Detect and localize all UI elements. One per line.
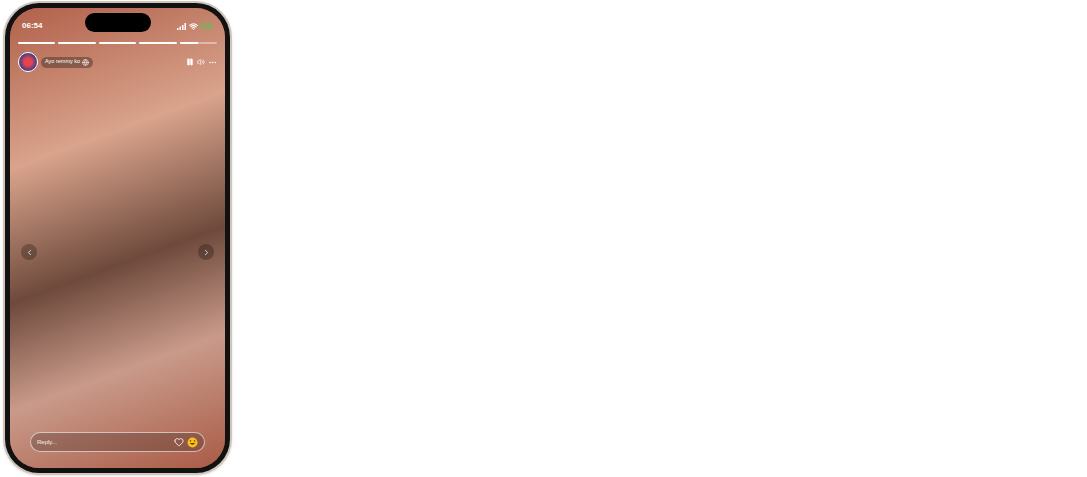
progress-segment — [99, 42, 136, 44]
battery-icon — [201, 20, 213, 32]
next-button[interactable] — [198, 244, 214, 260]
progress-fill — [99, 42, 136, 44]
like-icon[interactable] — [174, 437, 184, 447]
reply-field[interactable]: Reply... — [30, 432, 205, 452]
progress-segment — [58, 42, 95, 44]
wifi-icon — [189, 22, 198, 31]
emoji-icon[interactable] — [187, 437, 198, 448]
status-bar: 06:54 — [10, 8, 225, 34]
status-icons — [177, 20, 213, 32]
reply-placeholder: Reply... — [37, 439, 171, 445]
story-nav — [10, 72, 225, 432]
progress-fill — [139, 42, 176, 44]
story-overlay: 06:54 Ayo remmy ko Reply... — [10, 8, 225, 468]
chevron-left-icon — [25, 248, 34, 257]
sound-icon[interactable] — [197, 58, 205, 66]
phone-bezel: 06:54 Ayo remmy ko Reply... — [5, 3, 230, 473]
story-screen: 06:54 Ayo remmy ko Reply... — [10, 8, 225, 468]
previous-button[interactable] — [21, 244, 37, 260]
pause-icon[interactable] — [186, 58, 194, 66]
chevron-right-icon — [202, 248, 211, 257]
user-name-pill[interactable]: Ayo remmy ko — [41, 57, 93, 68]
story-progress — [10, 34, 225, 44]
story-photo — [10, 8, 225, 468]
story-header: Ayo remmy ko — [10, 44, 225, 72]
more-icon[interactable] — [208, 58, 217, 67]
phone-frame: 06:54 Ayo remmy ko Reply... — [3, 1, 232, 475]
progress-fill — [18, 42, 55, 44]
user-name: Ayo remmy ko — [45, 59, 80, 65]
progress-fill — [180, 42, 199, 44]
progress-segment — [18, 42, 55, 44]
cellular-signal-icon — [177, 23, 186, 30]
progress-fill — [58, 42, 95, 44]
progress-segment — [139, 42, 176, 44]
user-avatar[interactable] — [18, 52, 38, 72]
progress-segment — [180, 42, 217, 44]
status-time: 06:54 — [22, 22, 42, 30]
dynamic-island — [85, 13, 151, 32]
globe-icon — [82, 59, 89, 66]
reply-bar: Reply... — [10, 432, 225, 468]
page: 06:54 Ayo remmy ko Reply... — [0, 0, 1087, 477]
